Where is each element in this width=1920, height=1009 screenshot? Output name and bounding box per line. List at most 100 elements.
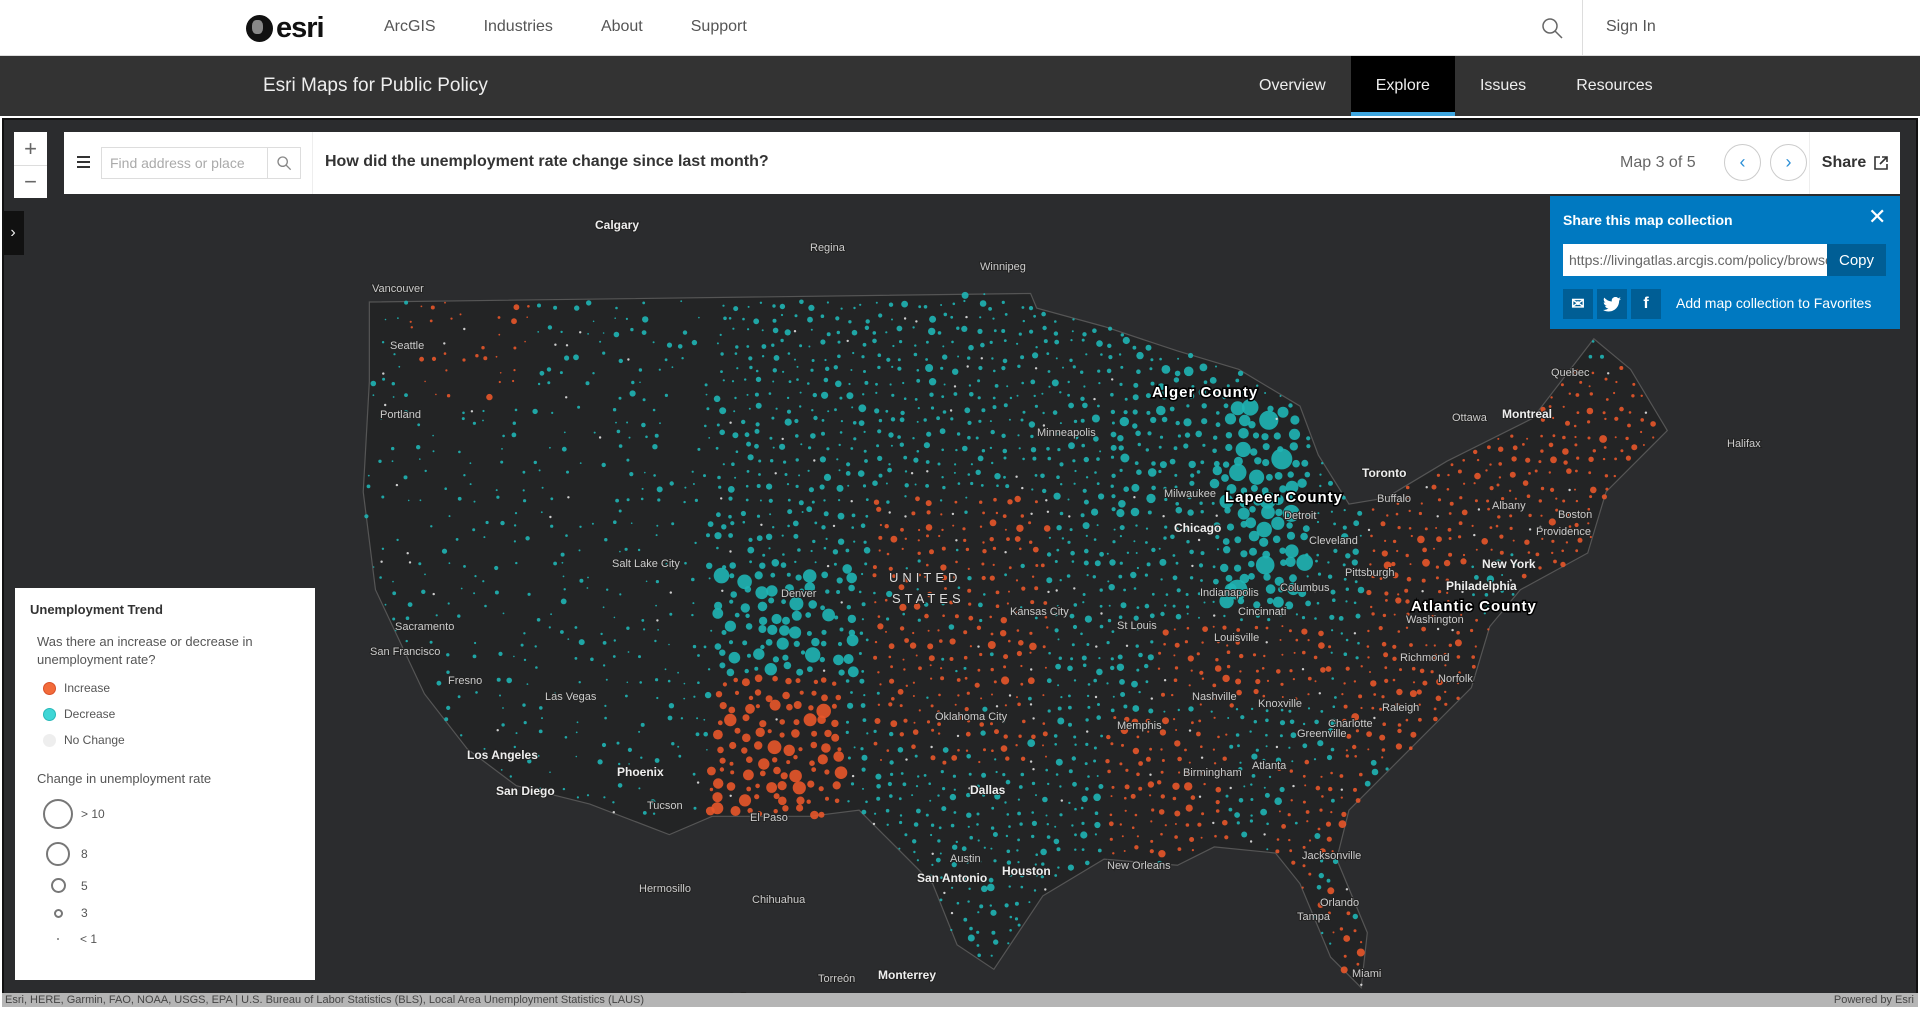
county-symbol[interactable] [1224, 413, 1237, 425]
county-symbol[interactable] [590, 657, 594, 662]
county-symbol[interactable] [728, 496, 733, 501]
county-symbol[interactable] [1068, 769, 1073, 774]
county-symbol[interactable] [872, 822, 876, 826]
county-symbol[interactable] [1058, 656, 1063, 660]
county-symbol[interactable] [1226, 523, 1235, 531]
county-symbol[interactable] [800, 443, 803, 446]
county-symbol[interactable] [978, 760, 981, 764]
county-symbol[interactable] [1132, 409, 1138, 415]
county-symbol[interactable] [1214, 834, 1217, 838]
county-symbol[interactable] [1172, 575, 1178, 581]
county-symbol[interactable] [1512, 445, 1518, 451]
county-symbol[interactable] [930, 704, 934, 708]
county-symbol[interactable] [523, 721, 527, 725]
county-symbol[interactable] [444, 301, 446, 304]
county-symbol[interactable] [1093, 678, 1097, 683]
nav-support[interactable]: Support [691, 18, 747, 36]
county-symbol[interactable] [697, 681, 700, 684]
county-symbol[interactable] [1249, 840, 1253, 843]
county-symbol[interactable] [626, 626, 630, 630]
county-symbol[interactable] [1378, 626, 1383, 631]
county-symbol[interactable] [889, 731, 894, 737]
county-symbol[interactable] [1406, 576, 1412, 582]
county-symbol[interactable] [1001, 676, 1010, 685]
county-symbol[interactable] [667, 679, 671, 683]
county-symbol[interactable] [742, 520, 746, 524]
county-symbol[interactable] [1015, 744, 1018, 747]
county-symbol[interactable] [1042, 796, 1048, 803]
county-symbol[interactable] [1215, 800, 1220, 805]
county-symbol[interactable] [850, 447, 854, 450]
county-symbol[interactable] [618, 509, 622, 513]
county-symbol[interactable] [838, 499, 841, 502]
county-symbol[interactable] [1184, 782, 1193, 791]
county-symbol[interactable] [1148, 708, 1154, 714]
county-symbol[interactable] [1124, 784, 1130, 790]
county-symbol[interactable] [587, 333, 589, 335]
county-symbol[interactable] [1033, 394, 1036, 398]
county-symbol[interactable] [823, 546, 827, 550]
county-symbol[interactable] [811, 409, 814, 412]
county-symbol[interactable] [538, 469, 541, 472]
county-symbol[interactable] [1057, 706, 1062, 711]
county-symbol[interactable] [918, 528, 921, 532]
county-symbol[interactable] [949, 657, 954, 661]
county-symbol[interactable] [976, 812, 980, 816]
county-symbol[interactable] [1461, 509, 1468, 516]
county-symbol[interactable] [786, 572, 791, 577]
county-symbol[interactable] [796, 668, 804, 676]
county-symbol[interactable] [876, 506, 882, 512]
county-symbol[interactable] [1157, 667, 1161, 670]
county-symbol[interactable] [1566, 468, 1572, 474]
county-symbol[interactable] [1369, 671, 1371, 673]
county-symbol[interactable] [1032, 546, 1039, 553]
county-symbol[interactable] [1021, 306, 1025, 309]
county-symbol[interactable] [684, 561, 687, 565]
county-symbol[interactable] [857, 470, 865, 477]
county-symbol[interactable] [979, 652, 983, 657]
county-symbol[interactable] [395, 483, 399, 487]
county-symbol[interactable] [1027, 739, 1036, 747]
county-symbol[interactable] [717, 720, 723, 726]
county-symbol[interactable] [576, 721, 579, 724]
county-symbol[interactable] [729, 741, 737, 750]
county-symbol[interactable] [1110, 431, 1117, 438]
county-symbol[interactable] [1285, 556, 1296, 567]
county-symbol[interactable] [1163, 536, 1167, 540]
county-symbol[interactable] [1263, 573, 1271, 581]
county-symbol[interactable] [1067, 380, 1070, 384]
county-symbol[interactable] [392, 591, 397, 596]
county-symbol[interactable] [713, 729, 723, 740]
county-symbol[interactable] [1074, 833, 1077, 837]
county-symbol[interactable] [1614, 416, 1619, 421]
county-symbol[interactable] [1111, 473, 1116, 478]
county-symbol[interactable] [795, 484, 799, 488]
county-symbol[interactable] [1032, 352, 1039, 359]
county-symbol[interactable] [1209, 478, 1220, 489]
county-symbol[interactable] [1252, 653, 1257, 657]
county-symbol[interactable] [754, 689, 762, 696]
county-symbol[interactable] [938, 826, 942, 830]
county-symbol[interactable] [862, 787, 864, 790]
county-symbol[interactable] [1370, 680, 1377, 687]
county-symbol[interactable] [914, 398, 918, 401]
county-symbol[interactable] [926, 470, 929, 473]
county-symbol[interactable] [903, 718, 908, 723]
county-symbol[interactable] [1628, 411, 1632, 414]
county-symbol[interactable] [741, 419, 746, 425]
county-symbol[interactable] [1381, 550, 1388, 557]
county-symbol[interactable] [1222, 461, 1230, 468]
county-symbol[interactable] [734, 690, 740, 696]
county-symbol[interactable] [970, 463, 974, 466]
county-symbol[interactable] [913, 457, 919, 463]
county-symbol[interactable] [1095, 645, 1098, 648]
county-symbol[interactable] [837, 340, 841, 344]
county-symbol[interactable] [1448, 643, 1453, 647]
county-symbol[interactable] [683, 682, 686, 685]
county-symbol[interactable] [1430, 670, 1434, 674]
county-symbol[interactable] [1136, 369, 1141, 375]
county-symbol[interactable] [1119, 382, 1123, 386]
county-symbol[interactable] [1353, 632, 1357, 635]
county-symbol[interactable] [1385, 767, 1389, 771]
county-symbol[interactable] [990, 826, 995, 830]
